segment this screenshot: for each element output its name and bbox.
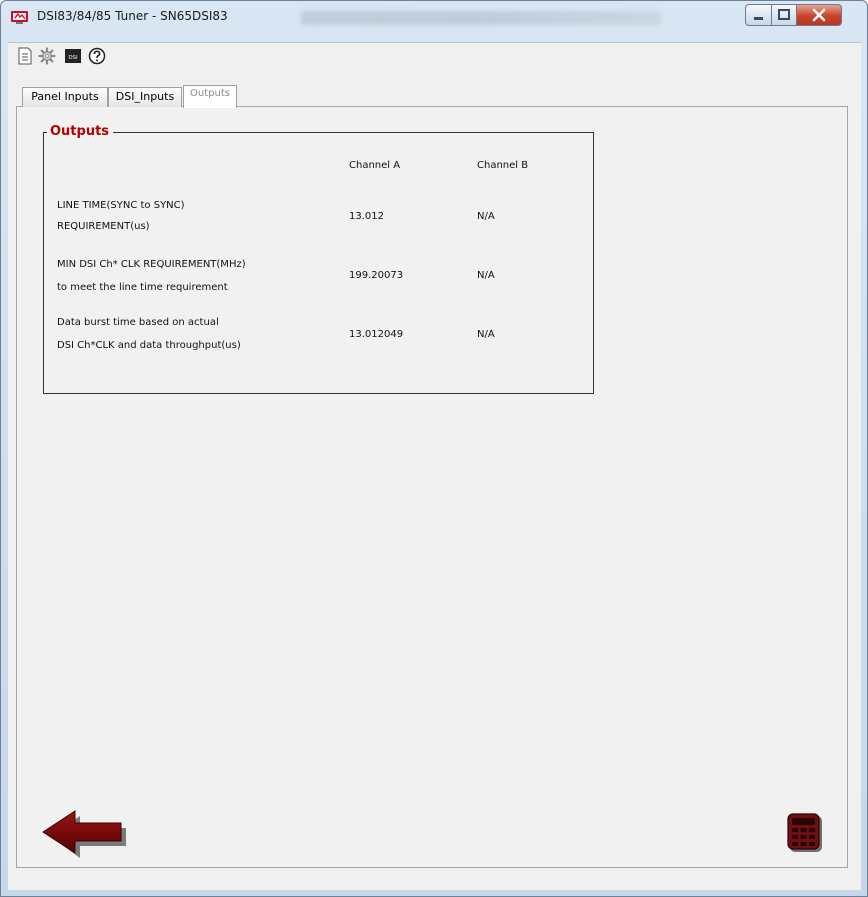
row-2-channel-a-value: 199.20073 <box>349 270 404 281</box>
obscured-region <box>301 11 661 25</box>
row-3-channel-b-value: N/A <box>477 329 495 340</box>
row-2-channel-b-value: N/A <box>477 270 495 281</box>
row-1-channel-a-value: 13.012 <box>349 211 384 222</box>
tab-dsi-inputs[interactable]: DSI_Inputs <box>108 87 182 107</box>
help-icon[interactable] <box>88 47 106 65</box>
row-2-label-line1: MIN DSI Ch* CLK REQUIREMENT(MHz) <box>57 259 246 270</box>
row-3-label-line2: DSI Ch*CLK and data throughput(us) <box>57 340 241 351</box>
tab-label: DSI_Inputs <box>115 90 175 103</box>
column-header-channel-a: Channel A <box>349 160 401 171</box>
calculator-icon[interactable] <box>787 813 823 853</box>
toolbar: DSI <box>8 42 861 71</box>
title-bar[interactable]: DSI83/84/85 Tuner - SN65DSI83 <box>1 1 867 33</box>
outputs-group-title: Outputs <box>47 124 114 140</box>
row-1-channel-b-value: N/A <box>477 211 495 222</box>
gear-icon[interactable] <box>38 47 56 65</box>
app-icon <box>11 11 28 24</box>
close-button[interactable] <box>796 4 842 26</box>
tab-label: Panel Inputs <box>31 90 99 103</box>
tab-outputs[interactable]: Outputs <box>183 85 237 108</box>
maximize-icon <box>778 9 790 20</box>
column-header-channel-b: Channel B <box>477 160 529 171</box>
row-3-channel-a-value: 13.012049 <box>349 329 404 340</box>
row-2-label-line2: to meet the line time requirement <box>57 282 228 293</box>
tab-label: Outputs <box>190 88 230 99</box>
window-title: DSI83/84/85 Tuner - SN65DSI83 <box>37 9 228 23</box>
dsi-icon[interactable]: DSI <box>64 47 82 65</box>
minimize-icon <box>754 17 763 20</box>
maximize-button[interactable] <box>771 4 797 26</box>
row-1-label-line1: LINE TIME(SYNC to SYNC) <box>57 200 185 211</box>
app-window: DSI83/84/85 Tuner - SN65DSI83 DSI Panel … <box>0 0 868 897</box>
document-icon[interactable] <box>16 47 34 65</box>
back-arrow-icon[interactable] <box>41 806 127 858</box>
row-1-label-line2: REQUIREMENT(us) <box>57 221 150 232</box>
close-icon <box>812 8 826 22</box>
minimize-button[interactable] <box>745 4 772 26</box>
dsi-icon-text: DSI <box>68 55 78 61</box>
row-3-label-line1: Data burst time based on actual <box>57 317 219 328</box>
tab-panel-inputs[interactable]: Panel Inputs <box>22 87 108 107</box>
